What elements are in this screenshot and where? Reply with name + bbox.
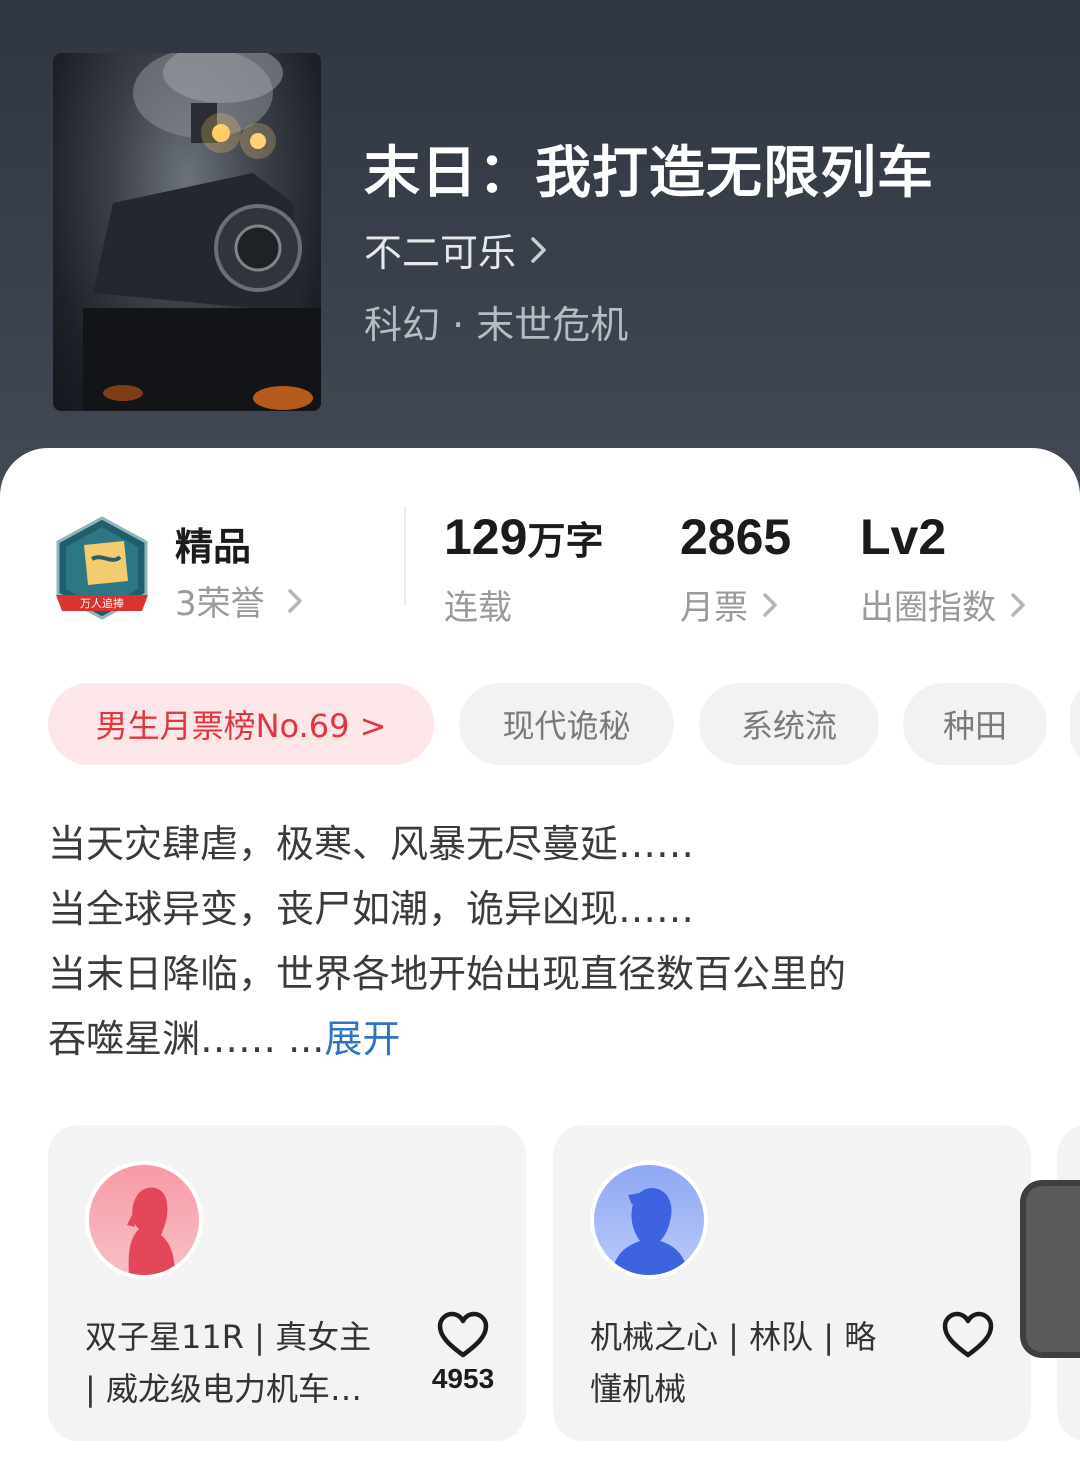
tag-item[interactable]: 种田 xyxy=(903,683,1047,765)
chevron-right-icon xyxy=(763,592,777,617)
character-card[interactable]: 双子星11R | 真女主 | 威龙级电力机车… 4953 xyxy=(48,1125,526,1441)
quality-badge-icon: 万人追捧 xyxy=(56,516,148,620)
male-silhouette-icon xyxy=(590,1161,708,1279)
monthly-votes-link[interactable]: 月票 xyxy=(680,580,778,629)
author-link[interactable]: 不二可乐 xyxy=(364,222,548,277)
heart-icon xyxy=(942,1311,994,1358)
like-button[interactable] xyxy=(938,1311,998,1363)
genre-label: 科幻 · 末世危机 xyxy=(364,303,629,347)
popularity-index-label: 出圈指数 xyxy=(860,588,996,628)
train-illustration xyxy=(83,53,321,411)
honor-count: 3荣誉 xyxy=(175,584,265,624)
honor-link[interactable]: 3荣誉 xyxy=(175,576,303,625)
book-description: 当天灾肆虐，极寒、风暴无尽蔓延…… 当全球异变，丧尸如潮，诡异凶现…… 当末日降… xyxy=(48,812,1028,1072)
description-ellipsis: ... xyxy=(276,1017,325,1061)
tag-item[interactable]: 现代诡秘 xyxy=(459,683,674,765)
monthly-votes-value: 2865 xyxy=(680,509,792,565)
stats-divider xyxy=(404,506,406,606)
tag-item-partial[interactable] xyxy=(1070,683,1080,765)
badge-text: 万人追捧 xyxy=(80,596,124,610)
female-silhouette-icon xyxy=(85,1161,203,1279)
quality-title: 精品 xyxy=(175,525,252,569)
character-description: 机械之心 | 林队 | 略 懂机械 xyxy=(590,1318,877,1408)
like-button[interactable]: 4953 xyxy=(431,1311,495,1395)
character-card[interactable]: 机械之心 | 林队 | 略 懂机械 xyxy=(553,1125,1031,1441)
description-line: 当天灾肆虐，极寒、风暴无尽蔓延…… xyxy=(48,822,695,866)
book-cover[interactable] xyxy=(53,53,321,411)
chevron-right-icon xyxy=(531,236,546,263)
heart-icon xyxy=(437,1311,489,1358)
character-description: 双子星11R | 真女主 | 威龙级电力机车… xyxy=(85,1318,372,1408)
chevron-right-icon xyxy=(287,588,302,613)
floating-side-tab[interactable] xyxy=(1020,1180,1080,1358)
monthly-votes-label: 月票 xyxy=(680,588,748,628)
tag-list: 男生月票榜No.69 > 现代诡秘 系统流 种田 xyxy=(48,683,1080,765)
tag-rank[interactable]: 男生月票榜No.69 > xyxy=(48,683,434,765)
description-line: 吞噬星渊…… xyxy=(48,1017,277,1061)
popularity-index-link[interactable]: 出圈指数 xyxy=(860,580,1026,629)
author-name: 不二可乐 xyxy=(364,231,517,275)
book-title: 末日：我打造无限列车 xyxy=(364,140,934,206)
expand-link[interactable]: 展开 xyxy=(324,1017,400,1061)
word-count: 129万字 xyxy=(444,509,604,565)
description-line: 当末日降临，世界各地开始出现直径数百公里的 xyxy=(48,952,847,996)
popularity-index-value: Lv2 xyxy=(860,509,947,565)
like-count: 4953 xyxy=(431,1363,495,1394)
tag-item[interactable]: 系统流 xyxy=(699,683,879,765)
word-count-unit: 万字 xyxy=(527,519,604,563)
chevron-right-icon xyxy=(1011,592,1025,617)
description-line: 当全球异变，丧尸如潮，诡异凶现…… xyxy=(48,887,695,931)
serial-status: 连载 xyxy=(444,588,512,628)
